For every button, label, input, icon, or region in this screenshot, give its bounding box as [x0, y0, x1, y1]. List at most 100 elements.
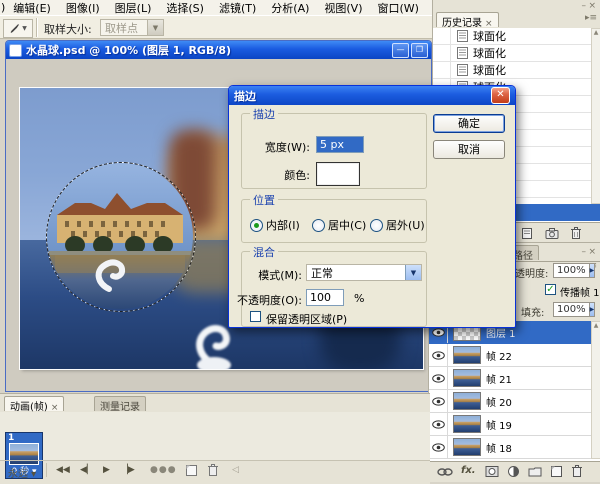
layer-group-icon[interactable]	[528, 466, 542, 477]
new-layer-icon[interactable]	[550, 465, 563, 478]
propagate-frame-checkbox[interactable]: ✓	[545, 284, 556, 295]
propagate-frame-label: 传播帧 1	[560, 284, 600, 299]
layers-panel-footer: fx.	[429, 461, 600, 482]
minimize-button[interactable]: —	[392, 43, 409, 58]
loop-count-value: 永远	[8, 469, 28, 480]
previous-frame-button[interactable]: ◀▏	[80, 465, 94, 475]
history-scrollbar[interactable]: ▲	[591, 28, 600, 204]
layer-row[interactable]: 帧 20	[429, 390, 591, 413]
sample-size-value: 取样点	[101, 20, 147, 36]
menu-item-filter[interactable]: 滤镜(T)	[219, 0, 256, 16]
photoshop-app: ) 编辑(E) 图像(I) 图层(L) 选择(S) 滤镜(T) 分析(A) 视图…	[0, 0, 600, 484]
eye-icon[interactable]	[429, 344, 448, 366]
panel-minimize-icon[interactable]: –	[582, 248, 587, 257]
adjustment-layer-icon[interactable]	[507, 465, 520, 478]
opacity-input[interactable]: 100	[306, 289, 344, 306]
animation-frames-strip: 1 0 秒 ▾	[0, 412, 430, 460]
layers-opacity-value: 100%	[554, 265, 589, 276]
panel-close-icon[interactable]: ×	[588, 248, 596, 257]
new-document-from-state-icon[interactable]	[521, 227, 534, 240]
first-frame-button[interactable]: ◀◀	[56, 465, 70, 475]
ok-button[interactable]: 确定	[433, 114, 505, 133]
menu-item-view[interactable]: 视图(V)	[324, 0, 362, 16]
panel-minimize-icon[interactable]: –	[582, 2, 587, 11]
frame-number: 1	[8, 433, 14, 443]
tab-measurement-log[interactable]: 测量记录	[94, 396, 146, 411]
history-source-cell	[433, 28, 451, 44]
stroke-color-swatch[interactable]	[316, 162, 360, 186]
new-snapshot-icon[interactable]	[545, 227, 559, 240]
eyedropper-tool-preset[interactable]: ▼	[3, 19, 33, 38]
layer-row[interactable]: 帧 18	[429, 436, 591, 459]
panel-close-icon[interactable]: ×	[588, 2, 596, 11]
history-state-icon	[454, 47, 470, 59]
layer-row[interactable]: 帧 22	[429, 344, 591, 367]
panel-menu-icon[interactable]: ▸≡	[585, 14, 597, 23]
menu-item-edit[interactable]: 编辑(E)	[13, 0, 51, 16]
stroke-dialog-body: 描边 宽度(W): 5 px 颜色: 确定 取消 位置 内部(I) 居中(C)	[229, 105, 515, 327]
tween-frames-icon[interactable]: ●●●	[150, 465, 177, 475]
restore-button[interactable]: ❐	[411, 43, 428, 58]
layers-fill-value: 100%	[554, 304, 589, 315]
blend-mode-label: 模式(M):	[248, 267, 302, 283]
menu-item-file-partial[interactable]: )	[1, 1, 5, 14]
link-layers-icon[interactable]	[437, 468, 453, 476]
eye-icon[interactable]	[429, 413, 448, 435]
layer-style-fx-icon[interactable]: fx.	[461, 465, 476, 476]
history-item[interactable]: 球面化	[433, 45, 591, 62]
layer-thumbnail[interactable]	[453, 438, 481, 456]
eye-icon[interactable]	[429, 367, 448, 389]
layers-scrollbar[interactable]: ▲	[591, 321, 600, 459]
layer-name: 帧 20	[486, 394, 512, 409]
radio-outside[interactable]: 居外(U)	[370, 217, 425, 233]
layers-fill-field[interactable]: 100% ▶	[553, 302, 595, 317]
slider-arrow-icon[interactable]: ▶	[589, 303, 595, 316]
next-frame-button[interactable]: ▕▶	[121, 465, 135, 475]
layer-thumbnail[interactable]	[453, 392, 481, 410]
tab-history[interactable]: 历史记录×	[436, 12, 499, 27]
delete-state-trash-icon[interactable]	[570, 226, 582, 240]
radio-center[interactable]: 居中(C)	[312, 217, 366, 233]
slider-arrow-icon[interactable]: ▶	[589, 264, 595, 277]
stroke-group: 描边 宽度(W): 5 px 颜色:	[241, 113, 427, 189]
history-item[interactable]: 球面化	[433, 62, 591, 79]
opacity-label: 不透明度(O):	[236, 292, 302, 308]
layer-thumbnail[interactable]	[453, 415, 481, 433]
menu-item-image[interactable]: 图像(I)	[66, 0, 100, 16]
layer-row[interactable]: 帧 21	[429, 367, 591, 390]
menu-item-layer[interactable]: 图层(L)	[115, 0, 152, 16]
layer-thumbnail[interactable]	[453, 346, 481, 364]
history-item-label: 球面化	[473, 28, 506, 44]
add-layer-mask-icon[interactable]	[485, 465, 499, 478]
layer-row[interactable]: 帧 19	[429, 413, 591, 436]
chevron-down-icon: ▼	[22, 25, 27, 32]
controls-separator	[46, 463, 47, 477]
stroke-width-input[interactable]: 5 px	[316, 136, 364, 153]
menu-item-select[interactable]: 选择(S)	[166, 0, 204, 16]
eye-icon[interactable]	[429, 390, 448, 412]
radio-icon	[312, 219, 325, 232]
scroll-left-icon[interactable]: ◁	[232, 465, 239, 475]
radio-inside-label: 内部(I)	[266, 217, 300, 233]
duplicate-frame-icon[interactable]	[185, 464, 198, 477]
sample-size-dropdown[interactable]: 取样点 ▼	[100, 19, 164, 36]
layers-opacity-field[interactable]: 100% ▶	[553, 263, 595, 278]
history-item[interactable]: 球面化	[433, 28, 591, 45]
menu-item-window[interactable]: 窗口(W)	[378, 0, 419, 16]
blend-mode-dropdown[interactable]: 正常 ▼	[306, 264, 422, 281]
eye-icon[interactable]	[429, 436, 448, 458]
delete-layer-trash-icon[interactable]	[571, 464, 583, 478]
tab-animation[interactable]: 动画(帧)×	[4, 396, 64, 411]
preserve-transparency-checkbox[interactable]	[250, 311, 261, 322]
layer-thumbnail[interactable]	[453, 369, 481, 387]
cancel-button[interactable]: 取消	[433, 140, 505, 159]
dialog-close-icon[interactable]: ✕	[491, 87, 510, 104]
play-button[interactable]: ▶	[103, 465, 110, 475]
menu-item-analysis[interactable]: 分析(A)	[271, 0, 309, 16]
document-title-bar[interactable]: 水晶球.psd @ 100% (图层 1, RGB/8) — ❐	[6, 41, 431, 59]
sample-size-label: 取样大小:	[44, 21, 92, 37]
loop-count-dropdown[interactable]: 永远 ▾	[8, 465, 36, 480]
delete-frame-trash-icon[interactable]	[207, 463, 219, 477]
stroke-dialog-title-bar[interactable]: 描边 ✕	[229, 86, 515, 105]
radio-inside[interactable]: 内部(I)	[250, 217, 300, 233]
